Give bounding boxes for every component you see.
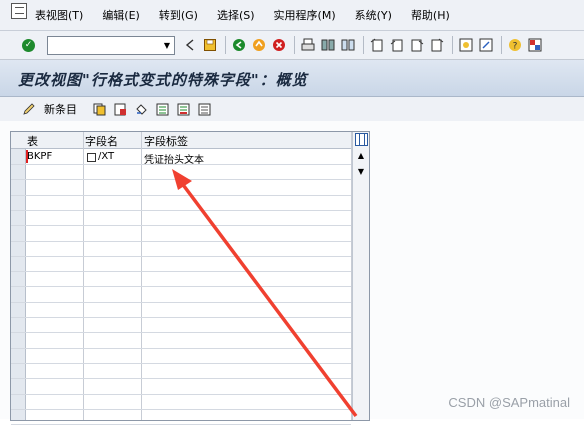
annotation-arrow bbox=[172, 169, 358, 418]
watermark-text: CSDN @SAPmatinal bbox=[448, 395, 570, 410]
